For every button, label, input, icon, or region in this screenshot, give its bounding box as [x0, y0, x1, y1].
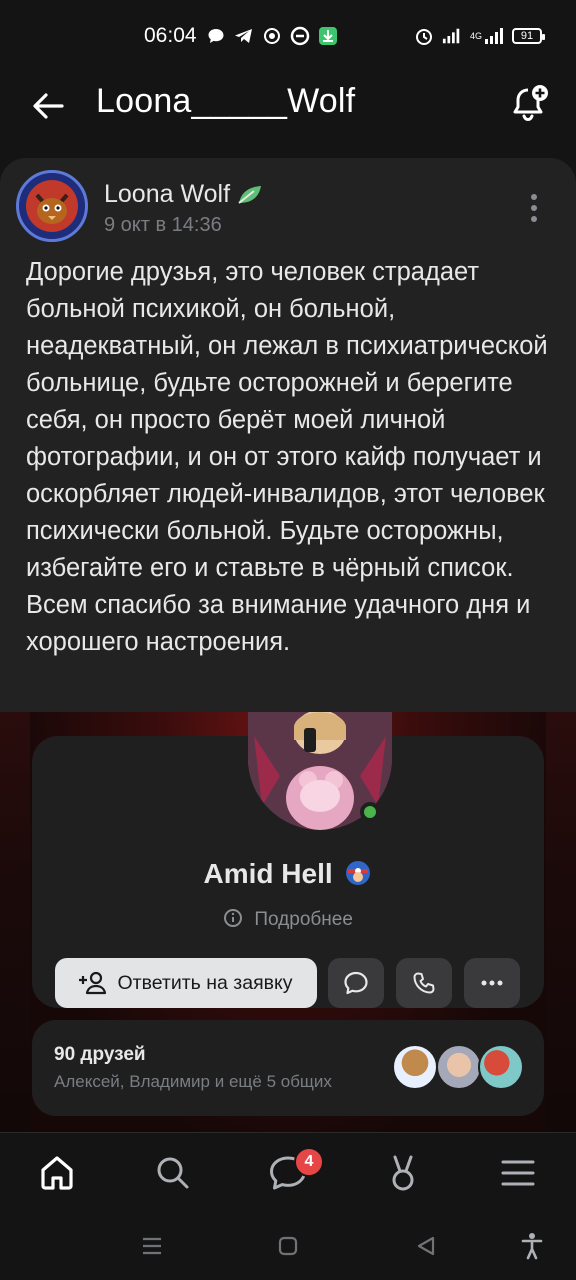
- search-icon: [157, 1157, 189, 1189]
- accessibility-icon: [521, 1233, 543, 1260]
- friend-avatar: [436, 1044, 482, 1090]
- more-horizontal-icon: [481, 980, 503, 986]
- dot: [531, 216, 537, 222]
- call-button[interactable]: [396, 958, 452, 1008]
- arrow-left-icon: [33, 93, 64, 119]
- leaf-badge-icon: [238, 185, 262, 204]
- back-button[interactable]: [24, 82, 72, 130]
- post-date: 9 окт в 14:36: [104, 214, 222, 236]
- friends-count: 90 друзей: [54, 1044, 146, 1065]
- telegram-icon: [234, 26, 254, 46]
- recent-apps-icon: [143, 1237, 161, 1255]
- system-navigation: [0, 1212, 576, 1280]
- triangle-back-icon: [417, 1236, 435, 1256]
- page-title: Loona_____Wolf: [96, 82, 356, 120]
- message-button[interactable]: [328, 958, 384, 1008]
- subscribe-notifications-button[interactable]: [504, 78, 556, 130]
- phone-icon: [413, 972, 435, 994]
- add-friend-icon: [79, 971, 107, 995]
- post-attached-image[interactable]: Amid Hell Подробнее Ответить на заявку 9…: [0, 712, 576, 1132]
- status-time: 06:04: [144, 24, 197, 47]
- bell-plus-icon: [513, 85, 548, 122]
- nav-menu[interactable]: [494, 1149, 542, 1197]
- friend-avatar: [478, 1044, 524, 1090]
- battery-indicator: 91: [512, 28, 545, 44]
- author-avatar[interactable]: [16, 170, 88, 242]
- alarm-icon: [414, 26, 434, 46]
- online-indicator: [360, 802, 380, 822]
- post-menu-button[interactable]: [520, 190, 548, 226]
- post-author-name: Loona Wolf: [104, 180, 231, 208]
- nav-clips[interactable]: [379, 1149, 427, 1197]
- post-text: Дорогие друзья, это человек страдает бол…: [26, 258, 548, 656]
- profile-more-label: Подробнее: [254, 909, 353, 930]
- mutual-friends: Алексей, Владимир и ещё 5 общих: [54, 1072, 332, 1091]
- battery-level: 91: [520, 30, 534, 42]
- signal-icon: [442, 26, 462, 46]
- recent-apps-button[interactable]: [136, 1230, 168, 1262]
- messages-badge: 4: [294, 1147, 324, 1177]
- download-icon: [318, 26, 338, 46]
- square-home-icon: [278, 1236, 298, 1256]
- message-icon: [344, 971, 368, 995]
- network-type: 4G: [470, 31, 483, 41]
- home-system-button[interactable]: [272, 1230, 304, 1262]
- accessibility-button[interactable]: [516, 1230, 548, 1262]
- answer-request-button[interactable]: Ответить на заявку: [55, 958, 317, 1008]
- clips-icon: [392, 1155, 414, 1191]
- home-icon: [41, 1156, 73, 1190]
- post-author[interactable]: Loona Wolf: [104, 180, 264, 209]
- profile-card: Amid Hell Подробнее Ответить на заявку: [32, 712, 544, 1008]
- profile-name: Amid Hell: [32, 858, 544, 890]
- answer-request-label: Ответить на заявку: [117, 971, 293, 994]
- nav-search[interactable]: [149, 1149, 197, 1197]
- dot: [531, 205, 537, 211]
- menu-icon: [501, 1160, 535, 1186]
- profile-more-link[interactable]: Подробнее: [32, 908, 544, 931]
- friend-avatar: [392, 1044, 438, 1090]
- back-system-button[interactable]: [410, 1230, 442, 1262]
- app-header: Loona_____Wolf: [0, 72, 576, 144]
- profile-name-text: Amid Hell: [203, 858, 333, 889]
- friends-card[interactable]: 90 друзей Алексей, Владимир и ещё 5 общи…: [32, 1020, 544, 1116]
- nav-home[interactable]: [33, 1149, 81, 1197]
- info-icon: [224, 909, 243, 927]
- more-vertical-icon: [531, 194, 537, 200]
- vpn-icon: [262, 26, 282, 46]
- more-actions-button[interactable]: [464, 958, 520, 1008]
- captain-emoji-icon: [346, 861, 371, 885]
- wall-post: Loona Wolf 9 окт в 14:36 Дорогие друзья,…: [0, 158, 576, 713]
- signal-4g-icon: 4G: [470, 26, 504, 46]
- chat-bubble-icon: [206, 26, 226, 46]
- sync-icon: [290, 26, 310, 46]
- bottom-navigation: 4: [0, 1132, 576, 1212]
- status-bar: 06:04 4G 91: [0, 0, 576, 72]
